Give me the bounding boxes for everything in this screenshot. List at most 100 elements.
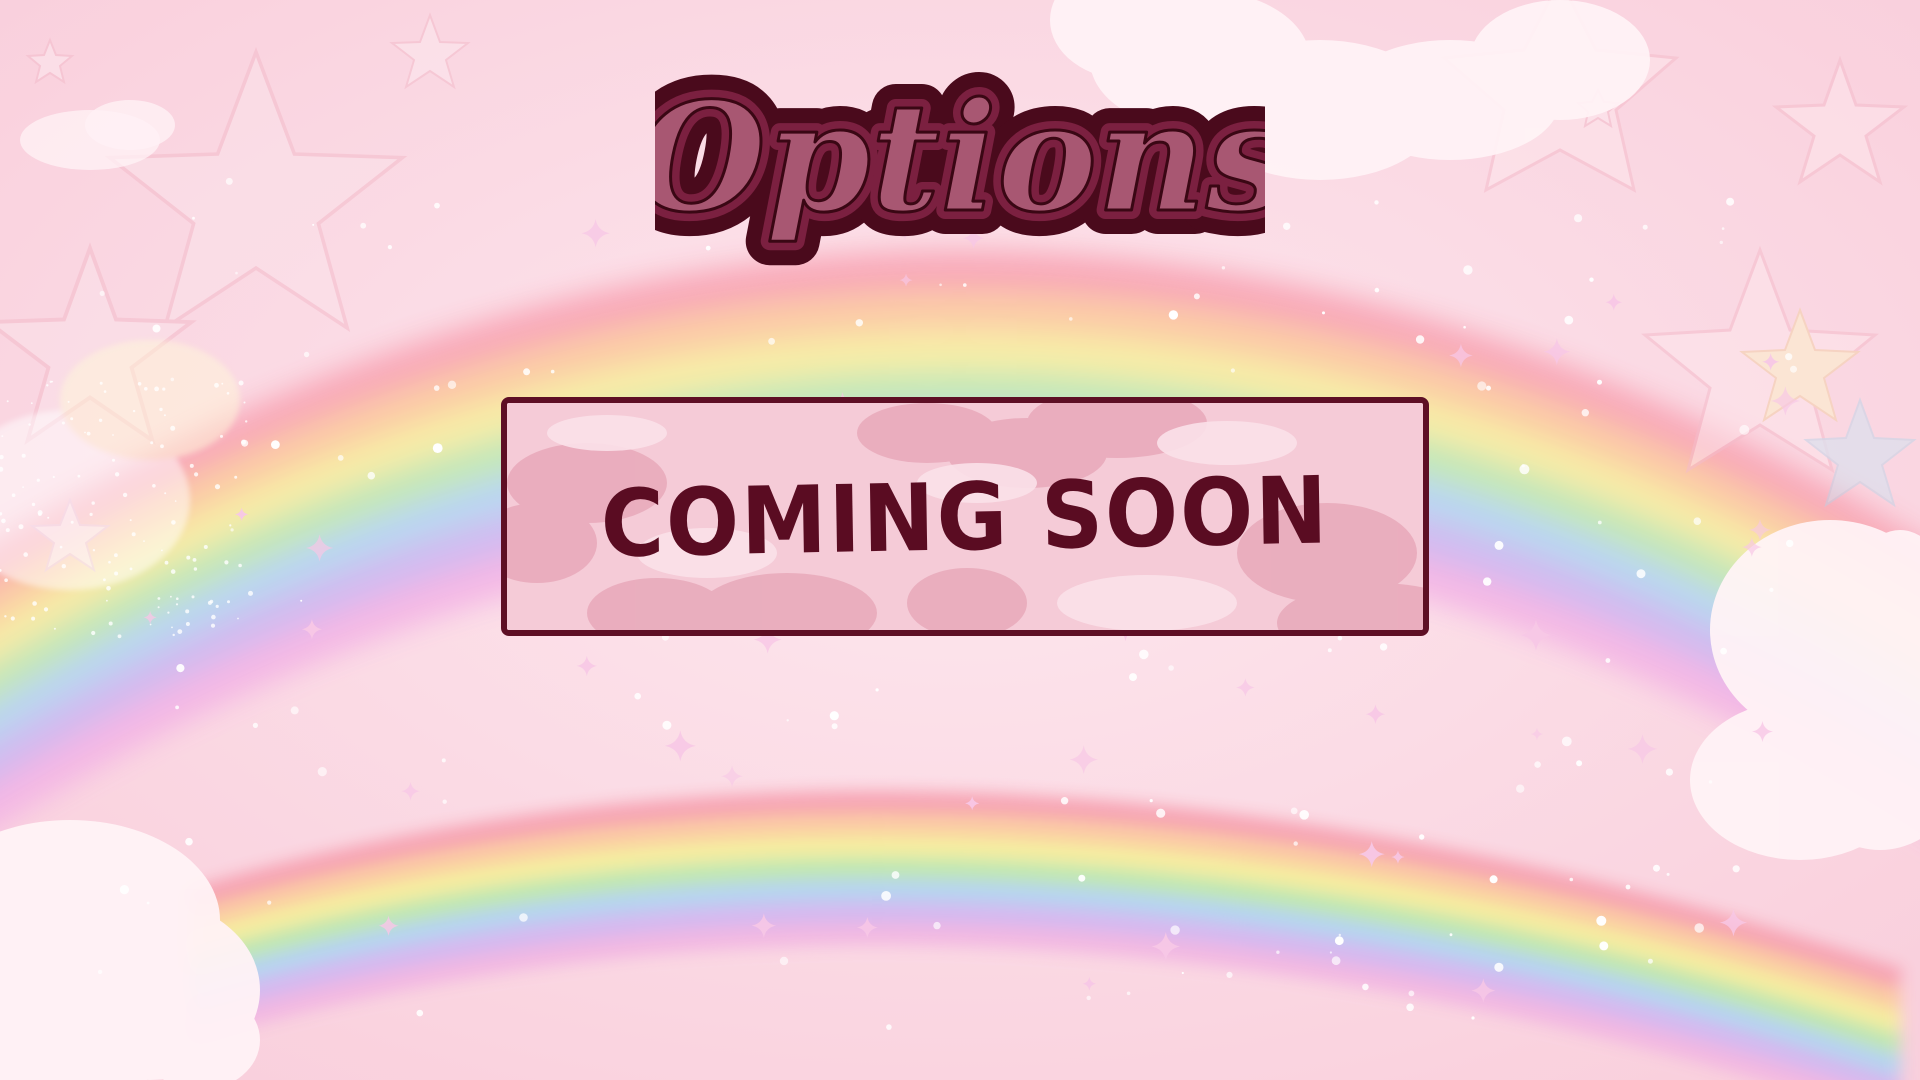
glitter-dot — [1647, 958, 1653, 964]
glitter-dot — [172, 633, 175, 637]
glitter-dot — [129, 519, 132, 522]
glitter-dot — [97, 969, 103, 975]
glitter-dot — [230, 528, 234, 532]
glitter-dot — [150, 441, 154, 445]
glitter-dot — [248, 590, 253, 596]
glitter-dot — [1694, 923, 1704, 933]
glitter-dot — [1362, 983, 1369, 991]
options-screen: Options Options Options COMING SOON — [0, 0, 1920, 1080]
glitter-dot — [1168, 310, 1179, 320]
glitter-dot — [226, 392, 230, 395]
glitter-dot — [1564, 315, 1574, 325]
glitter-dot — [215, 604, 219, 609]
glitter-dot — [227, 600, 230, 604]
glitter-dot — [11, 493, 16, 498]
glitter-dot — [52, 475, 55, 479]
glitter-dot — [1374, 200, 1379, 205]
glitter-dot — [161, 549, 163, 552]
glitter-dot — [157, 606, 160, 609]
glitter-dot — [171, 626, 173, 629]
glitter-dot — [1, 435, 4, 437]
glitter-dot — [1516, 784, 1525, 793]
glitter-dot — [1322, 311, 1325, 315]
glitter-dot — [1625, 884, 1631, 890]
glitter-dot — [103, 390, 107, 393]
glitter-dot — [1605, 658, 1611, 663]
glitter-dot — [1471, 1016, 1475, 1020]
glitter-dot — [881, 891, 891, 901]
glitter-dot — [1494, 962, 1504, 972]
glitter-dot — [108, 560, 111, 564]
glitter-dot — [1708, 780, 1713, 784]
glitter-dot — [1486, 385, 1491, 391]
glitter-dot — [933, 921, 941, 930]
glitter-dot — [43, 607, 49, 612]
glitter-dot — [186, 555, 191, 560]
glitter-dot — [1078, 874, 1086, 882]
glitter-dot — [159, 407, 163, 412]
glitter-dot — [103, 578, 106, 582]
glitter-dot — [1338, 933, 1342, 937]
glitter-dot — [98, 418, 103, 422]
glitter-dot — [220, 434, 223, 438]
glitter-dot — [1790, 365, 1797, 373]
glitter-dot — [519, 913, 528, 922]
glitter-dot — [175, 603, 179, 606]
glitter-dot — [1, 518, 6, 524]
glitter-dot — [1693, 517, 1702, 525]
glitter-dot — [229, 524, 232, 527]
glitter-dot — [1569, 877, 1574, 882]
glitter-dot — [337, 455, 344, 461]
glitter-dot — [1299, 810, 1309, 820]
glitter-dot — [1653, 864, 1660, 872]
glitter-dot — [1290, 807, 1298, 815]
glitter-dot — [1463, 325, 1466, 329]
glitter-dot — [1739, 424, 1750, 435]
glitter-dot — [875, 688, 879, 692]
glitter-dot — [203, 545, 208, 549]
glitter-dot — [210, 623, 216, 628]
glitter-dot — [1732, 865, 1740, 873]
glitter-dot — [312, 223, 315, 226]
glitter-dot — [36, 478, 40, 482]
glitter-dot — [442, 799, 447, 804]
glitter-dot — [47, 516, 50, 519]
glitter-dot — [241, 439, 246, 445]
glitter-dot — [243, 401, 246, 404]
glitter-dot — [1060, 797, 1069, 805]
glitter-dot — [886, 1024, 892, 1030]
glitter-dot — [367, 471, 376, 480]
glitter-dot — [779, 956, 789, 966]
glitter-dot — [1534, 761, 1541, 768]
glitter-dot — [1726, 197, 1735, 206]
glitter-dot — [1449, 933, 1453, 937]
glitter-dot — [157, 597, 161, 600]
glitter-dot — [32, 601, 37, 606]
glitter-dot — [170, 569, 176, 574]
glitter-dot — [1170, 925, 1180, 935]
glitter-dot — [114, 571, 119, 576]
glitter-dot — [191, 595, 195, 599]
glitter-dot — [1642, 224, 1648, 230]
glitter-dot — [176, 597, 179, 600]
glitter-dot — [122, 492, 128, 498]
glitter-dot — [234, 475, 238, 479]
glitter-dot — [1374, 287, 1380, 293]
glitter-dot — [146, 901, 150, 905]
glitter-dot — [1769, 587, 1774, 593]
glitter-dot — [119, 885, 129, 895]
glitter-dot — [112, 458, 115, 462]
glitter-dot — [117, 634, 122, 639]
glitter-dot — [91, 501, 95, 505]
glitter-dot — [855, 319, 863, 327]
glitter-dot — [447, 380, 457, 389]
glitter-dot — [160, 444, 164, 449]
glitter-dot — [6, 400, 9, 403]
glitter-dot — [1406, 1003, 1414, 1012]
glitter-dot — [152, 484, 156, 488]
glitter-dot — [1181, 971, 1184, 975]
glitter-dot — [70, 520, 74, 524]
glitter-dot — [1327, 648, 1332, 653]
glitter-dot — [1415, 335, 1425, 344]
glitter-dot — [194, 472, 199, 477]
